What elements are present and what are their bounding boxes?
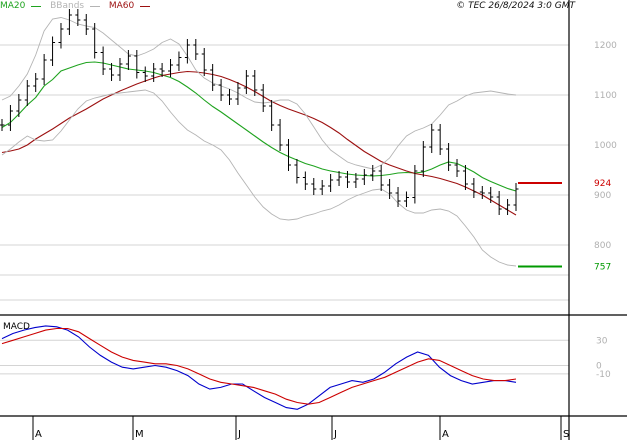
x-tick-label: A xyxy=(35,429,42,440)
price-tick-label: 1200 xyxy=(594,41,617,51)
price-tick-label: 900 xyxy=(594,191,611,201)
legend-ma20-label: MA20 xyxy=(0,1,26,11)
macd-panel-label: MACD xyxy=(3,322,30,332)
legend-bbands-swatch xyxy=(89,5,100,7)
x-tick-label: J xyxy=(237,429,241,440)
x-tick-label: M xyxy=(135,429,144,440)
x-tick-label: A xyxy=(442,429,449,440)
level-label-757: 757 xyxy=(594,263,611,273)
x-tick-label: S xyxy=(563,429,569,440)
x-tick-label: J xyxy=(333,429,337,440)
legend: MA20 BBands MA60 xyxy=(0,0,156,12)
price-tick-label: 1000 xyxy=(594,141,617,151)
price-tick-label: 1100 xyxy=(594,91,617,101)
copyright-text: © TEC 26/8/2024 3:0 GMT xyxy=(456,1,575,11)
price-tick-label: 800 xyxy=(594,241,611,251)
macd-tick-label: -10 xyxy=(596,370,611,380)
legend-ma60-label: MA60 xyxy=(108,1,135,11)
macd-tick-label: 30 xyxy=(596,336,608,346)
level-label-924: 924 xyxy=(594,179,611,189)
chart: 924757 120011001000900800 300-10 AMJJAS xyxy=(0,0,627,440)
legend-bbands-label: BBands xyxy=(50,1,85,11)
legend-ma60-swatch xyxy=(140,5,151,7)
legend-ma20-swatch xyxy=(31,5,42,7)
